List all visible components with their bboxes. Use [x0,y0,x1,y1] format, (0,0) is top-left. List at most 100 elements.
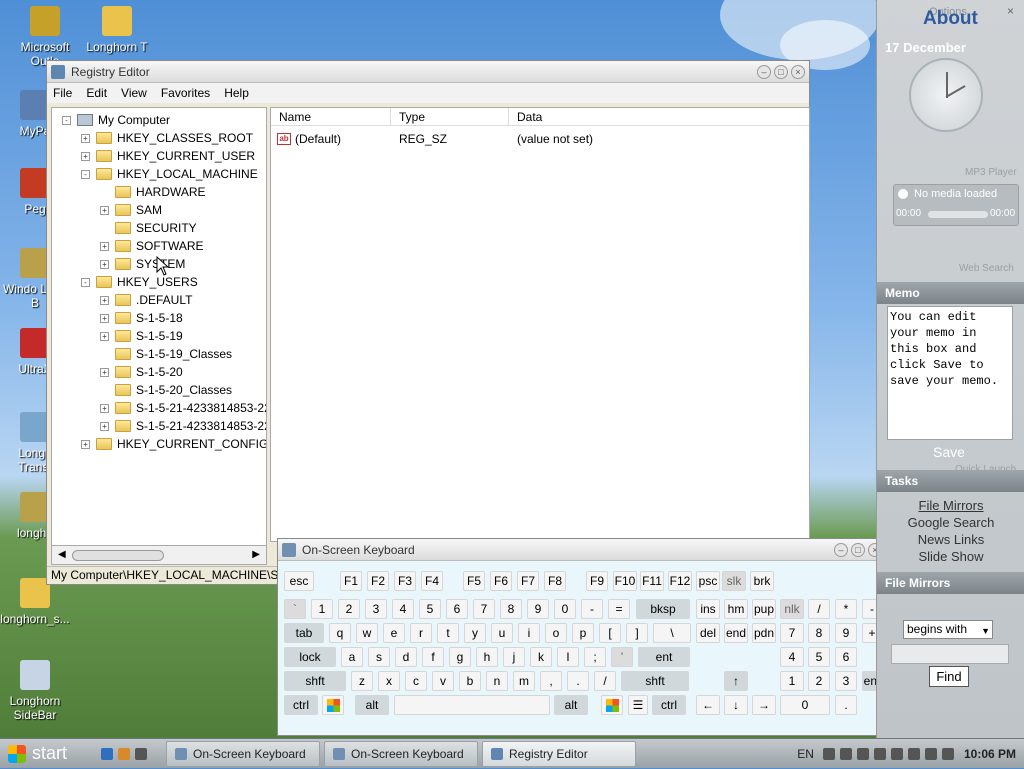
collapse-icon[interactable]: - [81,277,90,287]
tray-icon[interactable] [941,747,954,760]
list-row[interactable]: ab (Default) REG_SZ (value not set) [271,130,809,148]
key[interactable]: alt [355,695,389,715]
tree-node[interactable]: + S-1-5-20 [100,363,183,381]
tree-node[interactable]: + SOFTWARE [100,237,204,255]
collapse-icon[interactable]: - [62,115,71,125]
key[interactable]: b [459,671,481,691]
key[interactable]: p [572,623,594,643]
minimize-button[interactable]: – [757,64,771,79]
key[interactable]: brk [750,571,774,591]
key[interactable]: 5 [419,599,441,619]
tree-node[interactable]: + .DEFAULT [100,291,192,309]
expand-icon[interactable]: + [81,439,90,449]
key[interactable]: alt [554,695,588,715]
key[interactable]: l [557,647,579,667]
expand-icon[interactable]: + [81,151,90,161]
key[interactable]: ↑ [724,671,748,691]
key[interactable]: / [808,599,830,619]
mp3-progress[interactable] [928,211,988,218]
expand-icon[interactable]: + [100,313,109,323]
sidebar-close-icon[interactable]: × [1007,4,1014,18]
key[interactable]: lock [284,647,336,667]
desktop-icon-longhorn-t[interactable]: Longhorn T [82,6,152,54]
key[interactable]: 7 [780,623,804,643]
menu-key[interactable]: ☰ [628,695,648,715]
close-button[interactable]: × [791,64,805,79]
key[interactable]: ent [638,647,690,667]
menu-edit[interactable]: Edit [86,86,107,100]
key[interactable]: F9 [586,571,608,591]
key[interactable]: shft [621,671,689,691]
key[interactable]: slk [722,571,746,591]
key[interactable]: 4 [780,647,804,667]
key[interactable]: w [356,623,378,643]
windows-key[interactable] [322,695,344,715]
menu-view[interactable]: View [121,86,147,100]
desktop-icon-longhorn-sidebar[interactable]: Longhorn SideBar [0,660,70,722]
key[interactable]: x [378,671,400,691]
key[interactable]: 3 [835,671,857,691]
tray-icon[interactable] [822,747,835,760]
registry-tree[interactable]: - My Computer + HKEY_CLASSES_ROOT + HKEY_CURR… [51,107,267,565]
match-select[interactable]: begins with ▼ [903,620,993,639]
key[interactable]: z [351,671,373,691]
ie-icon[interactable] [101,747,113,760]
key[interactable]: = [608,599,630,619]
desktop-icon[interactable] [118,747,130,760]
key[interactable]: \ [653,623,691,643]
key[interactable]: F7 [517,571,539,591]
key[interactable]: o [545,623,567,643]
expand-icon[interactable]: + [100,295,109,305]
key[interactable]: ' [611,647,633,667]
scroll-right-icon[interactable]: ▶ [252,549,260,560]
key[interactable]: 5 [808,647,830,667]
key[interactable]: 4 [392,599,414,619]
key[interactable]: nlk [780,599,804,619]
key[interactable]: m [513,671,535,691]
key[interactable]: ctrl [652,695,686,715]
column-name[interactable]: Name [271,107,391,126]
key[interactable]: psc [696,571,720,591]
tree-node[interactable]: S-1-5-20_Classes [100,381,232,399]
column-type[interactable]: Type [391,107,509,126]
taskbar-osk-1[interactable]: On-Screen Keyboard [166,740,320,767]
expand-icon[interactable]: + [100,331,109,341]
key[interactable]: esc [284,571,314,591]
collapse-icon[interactable]: - [81,169,90,179]
key[interactable]: 0 [554,599,576,619]
registry-editor-window[interactable]: Registry Editor – □ × File Edit View Fav… [46,60,810,585]
menu-file[interactable]: File [53,86,72,100]
memo-save-button[interactable]: Save [933,444,965,460]
key[interactable]: tab [284,623,324,643]
tray-icon[interactable] [839,747,852,760]
tree-node[interactable]: - HKEY_LOCAL_MACHINE [81,165,258,183]
registry-editor-titlebar[interactable]: Registry Editor – □ × [47,61,809,83]
file-search-input[interactable] [891,644,1009,664]
key[interactable]: F5 [463,571,485,591]
menu-favorites[interactable]: Favorites [161,86,210,100]
key[interactable]: pdn [752,623,776,643]
tree-node[interactable]: + SAM [100,201,162,219]
key[interactable]: F8 [544,571,566,591]
tree-node[interactable]: + S-1-5-19 [100,327,183,345]
key[interactable]: t [437,623,459,643]
task-news-links[interactable]: News Links [877,531,1024,548]
key[interactable]: del [696,623,720,643]
space-key[interactable] [394,695,550,715]
scroll-thumb[interactable] [72,550,164,561]
start-button[interactable]: start [0,739,96,769]
expand-icon[interactable]: + [81,133,90,143]
key[interactable]: 3 [365,599,387,619]
osk-maximize-button[interactable]: □ [851,542,865,557]
key[interactable]: 8 [500,599,522,619]
key[interactable]: h [476,647,498,667]
network-icon[interactable] [907,747,920,760]
key[interactable]: ↓ [724,695,748,715]
tree-node[interactable]: - HKEY_USERS [81,273,198,291]
key[interactable]: F2 [367,571,389,591]
key[interactable]: 2 [338,599,360,619]
key[interactable]: r [410,623,432,643]
key[interactable]: [ [599,623,621,643]
tree-node[interactable]: +SYSTEM [100,255,185,273]
expand-icon[interactable]: + [100,259,109,269]
